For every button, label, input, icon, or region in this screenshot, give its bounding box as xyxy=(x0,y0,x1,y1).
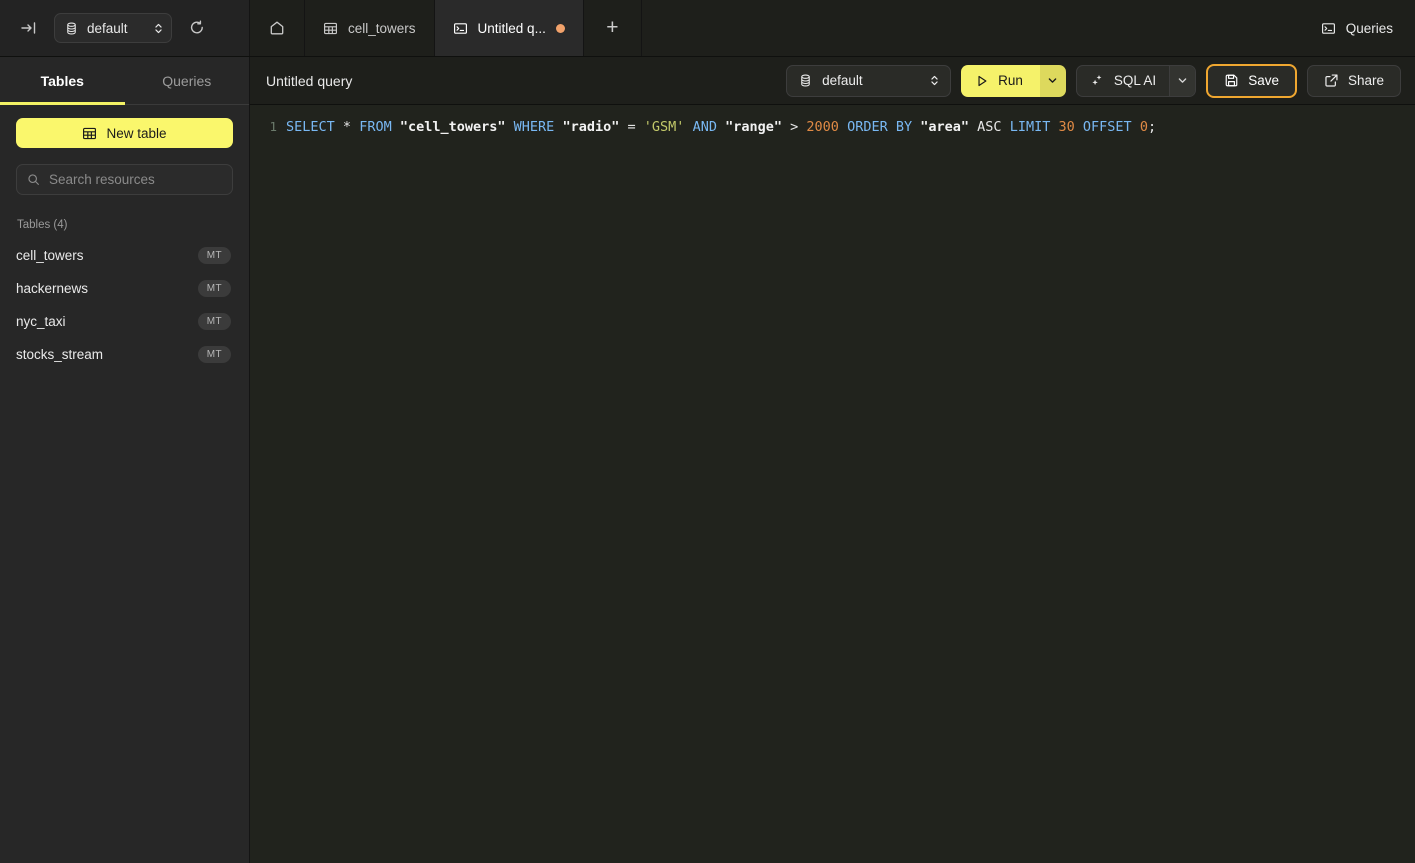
search-icon xyxy=(27,173,40,186)
sparkles-icon xyxy=(1090,73,1105,88)
status-badge: MT xyxy=(198,247,231,264)
tab-strip: cell_towers Untitled q... + Queries xyxy=(250,0,1415,56)
sidebar-content: New table Search resources Tables (4) ce… xyxy=(0,105,249,371)
refresh-icon[interactable] xyxy=(184,15,210,41)
sql-code[interactable]: SELECT * FROM "cell_towers" WHERE "radio… xyxy=(286,116,1156,138)
top-database-label: default xyxy=(87,21,144,36)
chevron-down-icon xyxy=(1047,75,1058,86)
terminal-icon xyxy=(453,21,468,36)
query-title[interactable]: Untitled query xyxy=(266,73,776,89)
unsaved-indicator-dot xyxy=(556,24,565,33)
sql-ai-button-group: SQL AI xyxy=(1076,65,1196,97)
tab-label: cell_towers xyxy=(348,21,416,36)
table-name: hackernews xyxy=(16,281,88,296)
tables-list: cell_towers MT hackernews MT nyc_taxi MT… xyxy=(16,239,233,371)
search-resources-input[interactable]: Search resources xyxy=(16,164,233,195)
run-button-group: Run xyxy=(961,65,1066,97)
share-button-label: Share xyxy=(1348,73,1384,88)
tab-strip-filler xyxy=(642,0,1299,56)
tab-cell-towers[interactable]: cell_towers xyxy=(305,0,435,56)
query-database-select[interactable]: default xyxy=(786,65,951,97)
status-badge: MT xyxy=(198,346,231,363)
play-icon xyxy=(975,74,989,88)
status-badge: MT xyxy=(198,280,231,297)
new-table-label: New table xyxy=(106,126,166,141)
line-number: 1 xyxy=(250,116,286,138)
top-bar-left-cluster: default xyxy=(0,0,250,56)
list-item[interactable]: hackernews MT xyxy=(16,272,233,305)
search-placeholder: Search resources xyxy=(49,172,155,187)
tab-home[interactable] xyxy=(250,0,305,56)
new-table-button[interactable]: New table xyxy=(16,118,233,148)
app-body: Tables Queries New table xyxy=(0,57,1415,863)
external-link-icon xyxy=(1324,73,1339,88)
run-options-dropdown[interactable] xyxy=(1040,65,1066,97)
sidebar-tab-tables[interactable]: Tables xyxy=(0,57,125,104)
database-icon xyxy=(65,22,78,35)
table-name: nyc_taxi xyxy=(16,314,66,329)
database-icon xyxy=(799,74,812,87)
tab-untitled-query[interactable]: Untitled q... xyxy=(435,0,584,56)
status-badge: MT xyxy=(198,313,231,330)
sidebar: Tables Queries New table xyxy=(0,57,250,863)
chevron-updown-icon xyxy=(929,74,940,87)
home-icon xyxy=(269,20,285,36)
top-bar: default xyxy=(0,0,1415,57)
list-item[interactable]: stocks_stream MT xyxy=(16,338,233,371)
collapse-sidebar-icon[interactable] xyxy=(16,15,42,41)
terminal-icon xyxy=(1321,21,1336,36)
save-disk-icon xyxy=(1224,73,1239,88)
query-toolbar: Untitled query default xyxy=(250,57,1415,105)
new-tab-button[interactable]: + xyxy=(584,0,642,56)
sql-ai-label: SQL AI xyxy=(1114,73,1156,88)
list-item[interactable]: cell_towers MT xyxy=(16,239,233,272)
save-button[interactable]: Save xyxy=(1206,64,1297,98)
table-icon xyxy=(323,21,338,36)
tables-section-label: Tables (4) xyxy=(16,219,233,231)
query-database-label: default xyxy=(822,73,919,88)
code-line: 1 SELECT * FROM "cell_towers" WHERE "rad… xyxy=(250,116,1415,138)
sql-ai-dropdown[interactable] xyxy=(1169,66,1195,96)
top-database-select[interactable]: default xyxy=(54,13,172,43)
chevron-down-icon xyxy=(1177,75,1188,86)
sidebar-tab-queries[interactable]: Queries xyxy=(125,57,250,104)
sidebar-tabs: Tables Queries xyxy=(0,57,249,105)
chevron-updown-icon xyxy=(153,22,164,35)
tab-label: Untitled q... xyxy=(478,21,546,36)
run-button[interactable]: Run xyxy=(961,65,1040,97)
table-name: cell_towers xyxy=(16,248,84,263)
table-name: stocks_stream xyxy=(16,347,103,362)
run-button-label: Run xyxy=(998,73,1023,88)
save-button-label: Save xyxy=(1248,73,1279,88)
queries-button[interactable]: Queries xyxy=(1299,0,1415,56)
list-item[interactable]: nyc_taxi MT xyxy=(16,305,233,338)
queries-button-label: Queries xyxy=(1346,21,1393,36)
share-button[interactable]: Share xyxy=(1307,65,1401,97)
sql-ai-button[interactable]: SQL AI xyxy=(1077,66,1169,96)
table-icon xyxy=(82,126,97,141)
sql-editor[interactable]: 1 SELECT * FROM "cell_towers" WHERE "rad… xyxy=(250,105,1415,863)
main-panel: Untitled query default xyxy=(250,57,1415,863)
